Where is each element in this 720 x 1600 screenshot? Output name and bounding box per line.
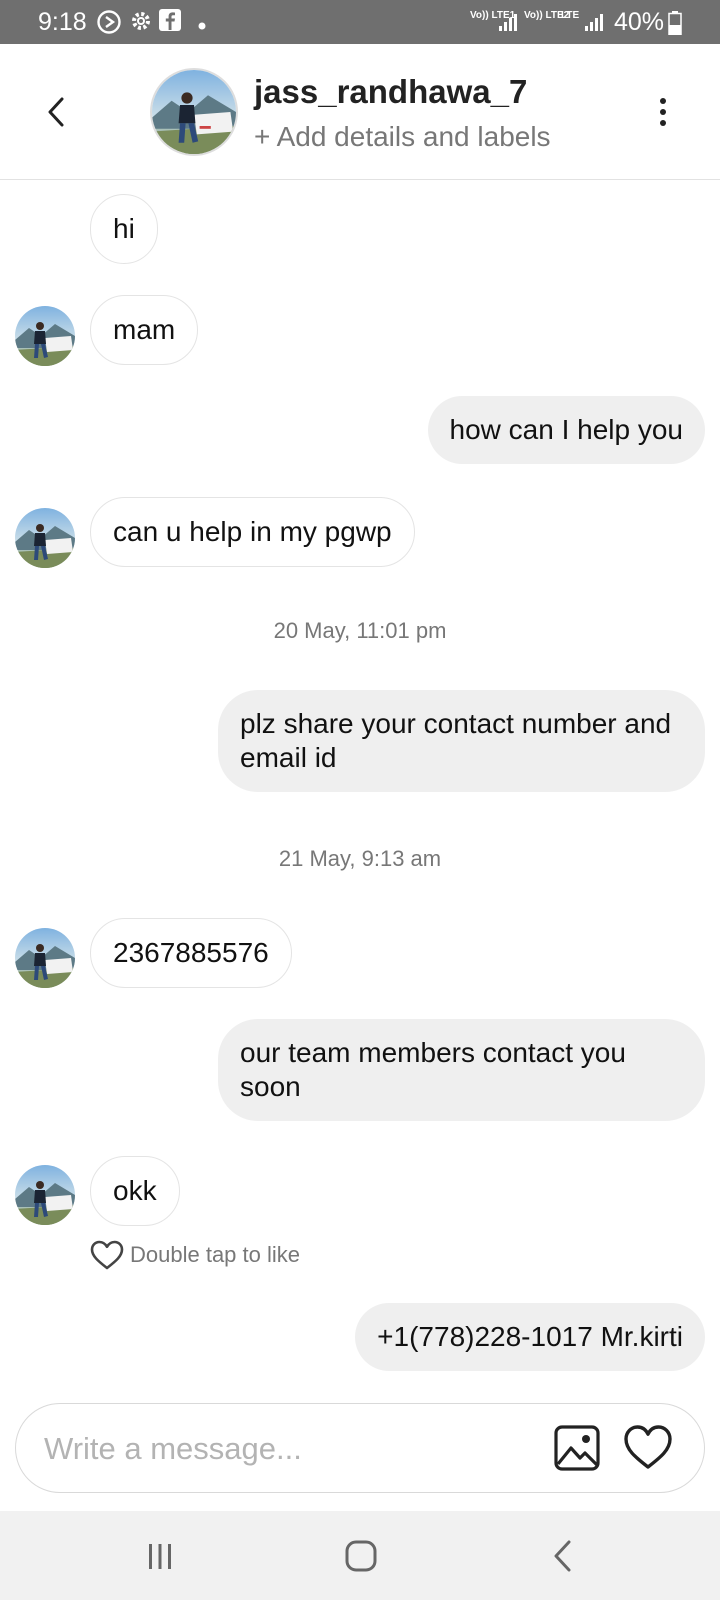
back-button[interactable] (36, 89, 76, 135)
network-label: LTE (561, 10, 580, 21)
status-time: 9:18 (38, 8, 87, 36)
message-text: plz share your contact number and email … (240, 708, 672, 773)
heart-icon (90, 1240, 124, 1270)
message-timestamp: 20 May, 11:01 pm (273, 618, 447, 643)
chat-username[interactable]: jass_randhawa_7 (254, 72, 527, 112)
settings-icon (129, 9, 153, 38)
system-nav-bar (0, 1511, 720, 1600)
message-incoming[interactable]: hi (90, 194, 158, 264)
gallery-button[interactable] (553, 1424, 601, 1472)
message-text: 2367885576 (113, 937, 269, 968)
message-incoming[interactable]: can u help in my pgwp (90, 497, 415, 567)
message-outgoing[interactable]: our team members contact you soon (218, 1019, 705, 1121)
status-bar: 9:18 Vo)) LTE1 Vo)) LTE2 LTE 40% (0, 0, 720, 44)
gallery-icon (554, 1425, 600, 1471)
message-outgoing[interactable]: how can I help you (427, 396, 705, 464)
avatar[interactable] (15, 928, 75, 988)
nav-back-button[interactable] (540, 1533, 586, 1579)
avatar[interactable] (15, 1165, 75, 1225)
recent-apps-icon (149, 1544, 171, 1569)
recent-apps-button[interactable] (137, 1533, 183, 1579)
message-input[interactable] (44, 1424, 514, 1474)
like-button[interactable] (623, 1424, 673, 1472)
avatar[interactable] (15, 306, 75, 366)
add-details-link[interactable]: + Add details and labels (254, 120, 551, 154)
message-text: +1(778)228-1017 Mr.kirti (377, 1321, 683, 1352)
facebook-icon (159, 9, 181, 36)
more-options-button[interactable] (646, 90, 680, 134)
message-text: can u help in my pgwp (113, 516, 392, 547)
more-vertical-icon (660, 98, 666, 104)
message-text: mam (113, 314, 176, 345)
chat-header: jass_randhawa_7 + Add details and labels (0, 44, 720, 180)
message-text: our team members contact you soon (240, 1037, 626, 1102)
home-icon (345, 1540, 377, 1572)
more-dot (660, 109, 666, 115)
message-incoming[interactable]: okk (90, 1156, 180, 1226)
like-hint-text: Double tap to like (130, 1242, 300, 1267)
message-outgoing[interactable]: plz share your contact number and email … (218, 690, 705, 792)
battery-percent: 40% (614, 8, 665, 36)
message-text: okk (113, 1175, 157, 1206)
battery-icon (668, 11, 682, 40)
dot-icon (198, 17, 206, 35)
whatsapp-icon (96, 9, 122, 40)
message-incoming[interactable]: 2367885576 (90, 918, 292, 988)
message-text: how can I help you (449, 414, 684, 445)
signal-icon (498, 12, 518, 37)
back-icon (554, 1540, 571, 1572)
avatar[interactable] (150, 68, 238, 156)
signal-icon (584, 12, 604, 37)
message-timestamp: 21 May, 9:13 am (278, 846, 442, 871)
double-tap-like-hint[interactable]: Double tap to like (90, 1238, 300, 1272)
message-composer (15, 1403, 705, 1493)
message-incoming[interactable]: mam (90, 295, 199, 365)
back-arrow-icon (48, 97, 64, 127)
message-outgoing[interactable]: +1(778)228-1017 Mr.kirti (355, 1303, 705, 1371)
more-dot (660, 120, 666, 126)
heart-icon (624, 1425, 672, 1469)
message-text: hi (113, 213, 135, 244)
avatar[interactable] (15, 508, 75, 568)
home-button[interactable] (338, 1533, 384, 1579)
